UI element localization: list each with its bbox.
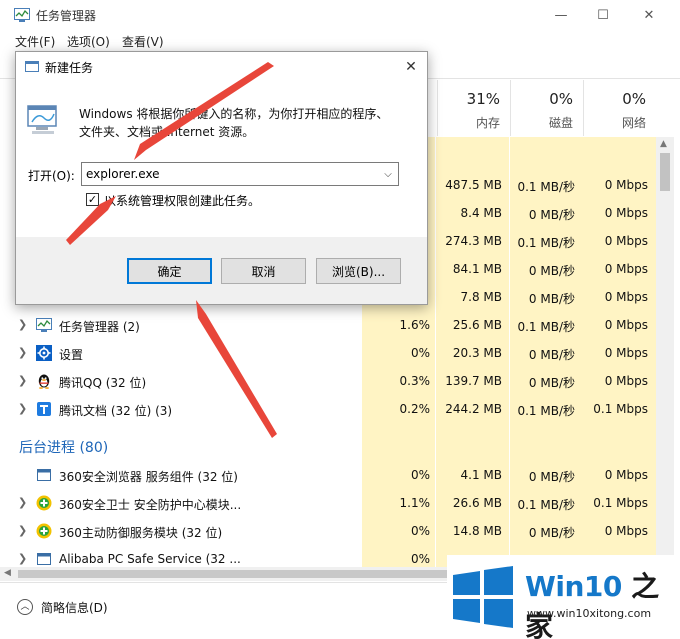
task-manager-titlebar: 任务管理器 — ☐ ✕ bbox=[0, 0, 680, 30]
dialog-close-button[interactable]: ✕ bbox=[397, 54, 425, 80]
tencent-docs-icon bbox=[37, 402, 51, 416]
run-dialog-title-icon bbox=[25, 61, 39, 72]
task-manager-app-icon bbox=[14, 8, 30, 22]
browse-button[interactable]: 浏览(B)... bbox=[316, 258, 401, 284]
process-row-qq[interactable]: ❯ 腾讯QQ (32 位) 0.3% 139.7 MB 0 MB/秒 0 Mbp… bbox=[0, 368, 660, 396]
admin-checkbox-label[interactable]: 以系统管理权限创建此任务。 bbox=[104, 192, 260, 209]
watermark-brand: Win10 之家 bbox=[525, 570, 659, 639]
ok-button[interactable]: 确定 bbox=[127, 258, 212, 284]
network-label: 网络 bbox=[621, 116, 646, 130]
fewer-details-link[interactable]: 简略信息(D) bbox=[41, 599, 108, 616]
chevron-down-icon[interactable]: ⌵ bbox=[380, 166, 396, 182]
chevron-right-icon[interactable]: ❯ bbox=[18, 346, 27, 359]
menu-bar: 文件(F) 选项(O) 查看(V) bbox=[0, 30, 680, 52]
chevron-right-icon[interactable]: ❯ bbox=[18, 496, 27, 509]
process-row-360-safeguard[interactable]: ❯ 360安全卫士 安全防护中心模块... 1.1% 26.6 MB 0.1 M… bbox=[0, 490, 660, 518]
open-label: 打开(O): bbox=[28, 169, 75, 183]
shield-plus-icon bbox=[36, 523, 52, 539]
vertical-scrollbar[interactable]: ▲ bbox=[656, 137, 674, 567]
vertical-scroll-thumb[interactable] bbox=[660, 153, 670, 191]
run-program-icon bbox=[27, 105, 57, 134]
chevron-right-icon[interactable]: ❯ bbox=[18, 552, 27, 565]
new-task-dialog: 新建任务 ✕ Windows 将根据你所键入的名称，为你打开相应的程序、文件夹、… bbox=[15, 51, 428, 305]
disk-percent: 0% bbox=[549, 90, 573, 108]
cancel-button[interactable]: 取消 bbox=[221, 258, 306, 284]
chevron-right-icon[interactable]: ❯ bbox=[18, 524, 27, 537]
window-icon bbox=[37, 469, 51, 481]
process-row-360-browser-service[interactable]: 360安全浏览器 服务组件 (32 位) 0% 4.1 MB 0 MB/秒 0 … bbox=[0, 462, 660, 490]
chevron-right-icon[interactable]: ❯ bbox=[18, 318, 27, 331]
dialog-titlebar: 新建任务 ✕ bbox=[16, 52, 427, 82]
process-row-360-defense[interactable]: ❯ 360主动防御服务模块 (32 位) 0% 14.8 MB 0 MB/秒 0… bbox=[0, 518, 660, 546]
windows-logo-icon bbox=[453, 566, 513, 628]
memory-percent: 31% bbox=[466, 90, 500, 108]
chevron-right-icon[interactable]: ❯ bbox=[18, 402, 27, 415]
minimize-button[interactable]: — bbox=[538, 0, 584, 30]
column-header-disk[interactable]: 0% 磁盘 bbox=[510, 80, 583, 136]
menu-view[interactable]: 查看(V) bbox=[122, 33, 164, 50]
disk-label: 磁盘 bbox=[548, 116, 573, 130]
taskmgr-icon bbox=[36, 318, 52, 332]
chevron-right-icon[interactable]: ❯ bbox=[18, 374, 27, 387]
dialog-description: Windows 将根据你所键入的名称，为你打开相应的程序、文件夹、文档或 Int… bbox=[79, 107, 389, 139]
scroll-left-icon[interactable]: ◀ bbox=[4, 568, 11, 578]
process-row-settings[interactable]: ❯ 设置 0% 20.3 MB 0 MB/秒 0 Mbps bbox=[0, 340, 660, 368]
window-icon bbox=[37, 553, 51, 565]
menu-options[interactable]: 选项(O) bbox=[67, 33, 110, 50]
open-input[interactable] bbox=[81, 162, 399, 186]
background-processes-heading: 后台进程 (80) bbox=[19, 440, 109, 456]
network-percent: 0% bbox=[622, 90, 646, 108]
gear-icon bbox=[36, 345, 52, 361]
dialog-title: 新建任务 bbox=[45, 61, 94, 75]
scroll-up-icon[interactable]: ▲ bbox=[660, 139, 667, 149]
chevron-up-icon[interactable]: ︿ bbox=[17, 599, 33, 615]
process-row-tencent-docs[interactable]: ❯ 腾讯文档 (32 位) (3) 0.2% 244.2 MB 0.1 MB/秒… bbox=[0, 396, 660, 424]
close-button[interactable]: ✕ bbox=[626, 0, 672, 30]
win10-home-watermark: Win10 之家 www.win10xitong.com bbox=[447, 555, 680, 639]
admin-checkbox[interactable]: ✓ bbox=[86, 193, 99, 206]
memory-label: 内存 bbox=[475, 116, 500, 130]
maximize-button[interactable]: ☐ bbox=[580, 0, 626, 30]
shield-plus-icon bbox=[36, 495, 52, 511]
qq-penguin-icon bbox=[38, 374, 50, 389]
column-header-network[interactable]: 0% 网络 bbox=[583, 80, 656, 136]
task-manager-title: 任务管理器 bbox=[36, 9, 97, 23]
process-row-task-manager[interactable]: ❯ 任务管理器 (2) 1.6% 25.6 MB 0.1 MB/秒 0 Mbps bbox=[0, 312, 660, 340]
menu-file[interactable]: 文件(F) bbox=[15, 33, 55, 50]
column-header-memory[interactable]: 31% 内存 bbox=[437, 80, 510, 136]
watermark-url: www.win10xitong.com bbox=[527, 607, 652, 620]
